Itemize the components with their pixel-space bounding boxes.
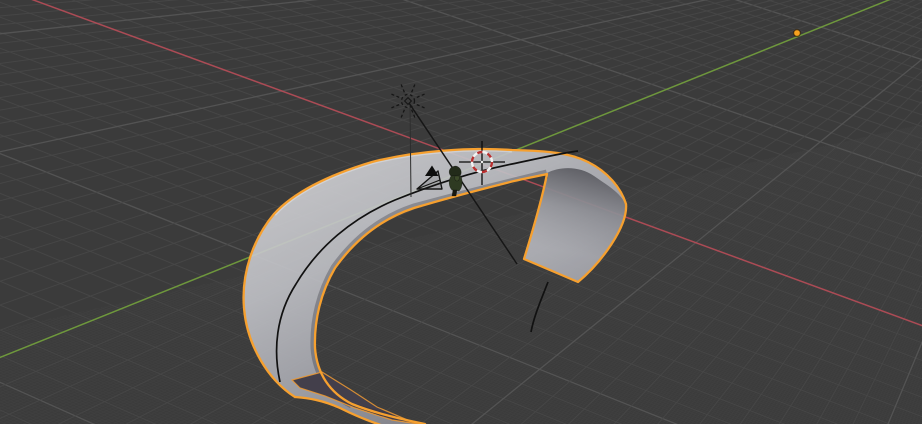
blender-3d-viewport[interactable] [0, 0, 922, 424]
viewport-canvas[interactable] [0, 0, 922, 424]
floor-grid [0, 0, 922, 424]
object-origin-dot [792, 29, 801, 38]
